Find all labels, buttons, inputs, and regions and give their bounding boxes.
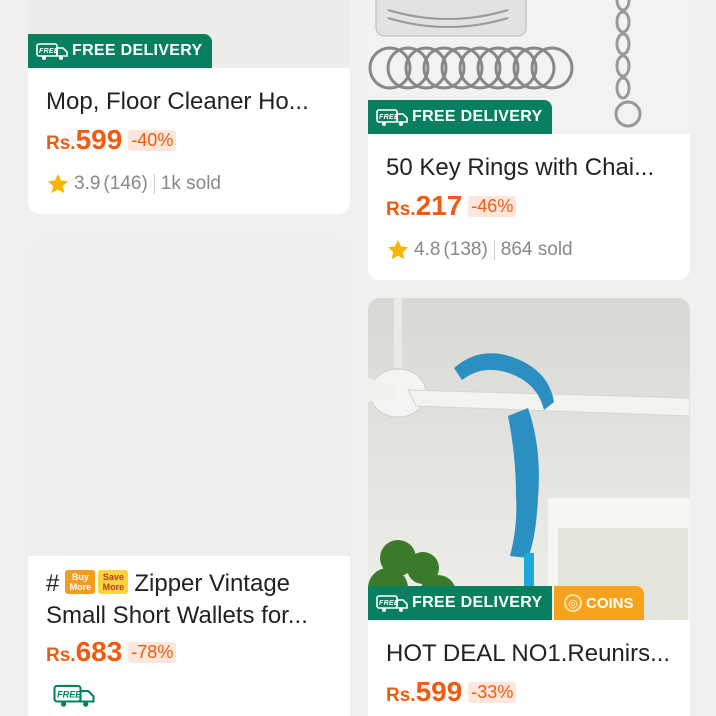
product-image[interactable] [368,298,690,620]
buy-more-tag: Buy More [65,569,96,594]
product-title[interactable]: Mop, Floor Cleaner Ho... [46,88,336,116]
discount-badge: -40% [128,130,177,151]
rating-value: 3.9 [74,173,101,194]
duster-image [368,298,690,620]
truck-icon [376,593,408,613]
coins-label: COINS [586,594,634,612]
product-card-key-rings[interactable]: FREE DELIVERY 50 Key Rings with Chai... … [368,0,690,280]
promo-tags: Buy More Save More [65,569,129,594]
price-value: 683 [75,636,123,667]
free-delivery-badge: FREE DELIVERY [28,34,213,68]
divider [153,174,155,194]
title-prefix: # [46,570,60,597]
currency: Rs. [386,199,416,220]
currency: Rs. [46,133,76,154]
product-card-duster[interactable]: FREE DELIVERY ◎ COINS HOT DEAL NO1.Reuni… [368,298,690,716]
rating-row: 4.8 (138) 864 sold [386,238,573,262]
price: Rs. 599 -40% [46,124,177,156]
sold-count: 864 sold [500,239,573,260]
review-count: (138) [443,239,488,260]
discount-badge: -33% [468,682,517,703]
badge-label: FREE DELIVERY [412,594,543,611]
star-icon [46,172,70,196]
currency: Rs. [386,685,416,706]
product-title[interactable]: # Buy More Save More Zipper Vintage Small … [46,568,336,632]
free-delivery-truck-icon [48,682,100,708]
divider [493,240,495,260]
product-title[interactable]: HOT DEAL NO1.Reunirs... [386,640,676,668]
star-icon [386,238,410,262]
price-value: 217 [415,190,463,221]
discount-badge: -78% [128,642,177,663]
price: Rs. 217 -46% [386,190,517,222]
product-image[interactable] [28,236,350,556]
rating-row: 3.9 (146) 1k sold [46,172,221,196]
rating-value: 4.8 [414,239,441,260]
badge-label: FREE DELIVERY [412,108,543,125]
coin-icon: ◎ [564,594,582,612]
price-value: 599 [415,676,463,707]
price: Rs. 683 -78% [46,636,177,668]
product-title[interactable]: 50 Key Rings with Chai... [386,154,676,182]
truck-icon [376,107,408,127]
discount-badge: -46% [468,196,517,217]
free-delivery-badge: FREE DELIVERY [368,100,553,134]
free-delivery-badge: FREE DELIVERY [368,586,553,620]
price-value: 599 [75,124,123,155]
currency: Rs. [46,645,76,666]
price: Rs. 599 -33% [386,676,517,708]
review-count: (146) [103,173,148,194]
product-card-wallet[interactable]: # Buy More Save More Zipper Vintage Small … [28,236,350,716]
product-card-mop[interactable]: FREE DELIVERY Mop, Floor Cleaner Ho... R… [28,0,350,214]
truck-icon [36,41,68,61]
save-more-tag: Save More [98,569,129,594]
sold-count: 1k sold [160,173,221,194]
coins-badge: ◎ COINS [554,586,644,620]
badge-label: FREE DELIVERY [72,42,203,59]
